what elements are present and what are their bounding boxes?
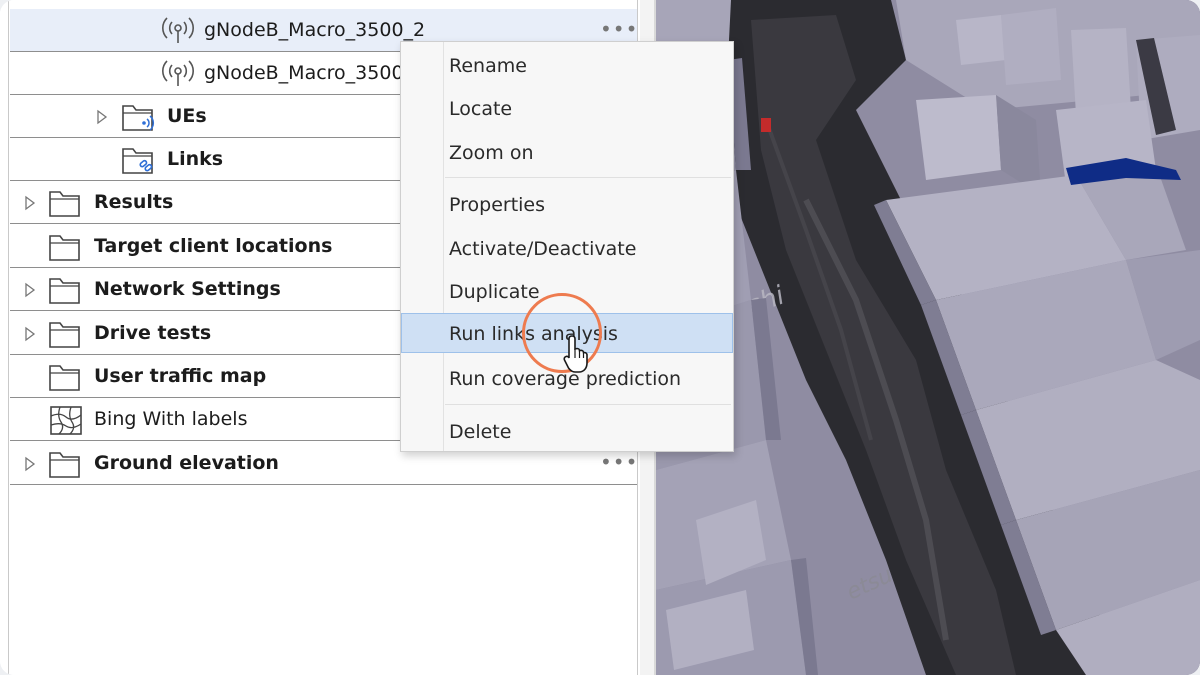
folder-icon — [49, 452, 80, 478]
tree-item-label: Ground elevation — [94, 452, 279, 474]
expand-arrow-icon[interactable] — [24, 326, 36, 342]
folder-icon — [49, 322, 80, 348]
antenna-icon — [162, 17, 194, 43]
expand-arrow-icon[interactable] — [24, 195, 36, 211]
menu-item-label: Activate/Deactivate — [449, 238, 637, 260]
menu-item-zoom-on[interactable]: Zoom on — [401, 132, 733, 172]
tree-item-label: Bing With labels — [94, 408, 248, 430]
antenna-icon — [162, 60, 194, 86]
menu-item-label: Properties — [449, 194, 546, 216]
menu-item-properties[interactable]: Properties — [401, 184, 733, 224]
tree-item-label: Results — [94, 191, 174, 213]
click-highlight-ring — [522, 293, 602, 373]
tree-item-label: Network Settings — [94, 278, 281, 300]
context-menu: Rename Locate Zoom on Properties Activat… — [400, 41, 734, 452]
menu-item-label: Rename — [449, 55, 527, 77]
tree-item-label: gNodeB_Macro_3500_2 — [204, 19, 426, 41]
folder-icon — [49, 235, 80, 261]
app-window: gNodeB_Macro_3500_2 ••• gNodeB_Macro_350… — [0, 0, 1200, 675]
tree-item-label: Drive tests — [94, 322, 212, 344]
menu-separator — [445, 404, 731, 405]
folder-ue-icon — [122, 105, 155, 131]
menu-item-label: Duplicate — [449, 281, 540, 303]
menu-item-locate[interactable]: Locate — [401, 88, 733, 128]
panel-border — [8, 0, 9, 675]
more-options-icon[interactable]: ••• — [600, 450, 638, 474]
menu-separator — [445, 177, 731, 178]
tree-item-label: Links — [167, 148, 224, 170]
menu-item-label: Delete — [449, 421, 512, 443]
expand-arrow-icon[interactable] — [96, 109, 108, 125]
tree-item-label: Target client locations — [94, 235, 333, 257]
mouse-pointer-icon — [563, 335, 588, 373]
expand-arrow-icon[interactable] — [24, 456, 36, 472]
map-view[interactable]: shi etsu — [656, 0, 1200, 675]
map-grid-icon — [50, 406, 82, 435]
menu-item-label: Locate — [449, 98, 513, 120]
more-options-icon[interactable]: ••• — [600, 17, 638, 41]
expand-arrow-icon[interactable] — [24, 282, 36, 298]
map-3d-canvas: shi etsu — [656, 0, 1200, 675]
folder-icon — [49, 365, 80, 391]
folder-link-icon — [122, 148, 153, 174]
menu-item-activate-deactivate[interactable]: Activate/Deactivate — [401, 228, 733, 268]
menu-item-rename[interactable]: Rename — [401, 45, 733, 85]
menu-item-delete[interactable]: Delete — [401, 411, 733, 451]
tree-item-label: User traffic map — [94, 365, 267, 387]
menu-item-label: Zoom on — [449, 142, 534, 164]
tree-item-label: UEs — [167, 105, 207, 127]
folder-icon — [49, 278, 80, 304]
folder-icon — [49, 191, 80, 217]
tree-item-label: gNodeB_Macro_3500_ — [204, 62, 414, 84]
